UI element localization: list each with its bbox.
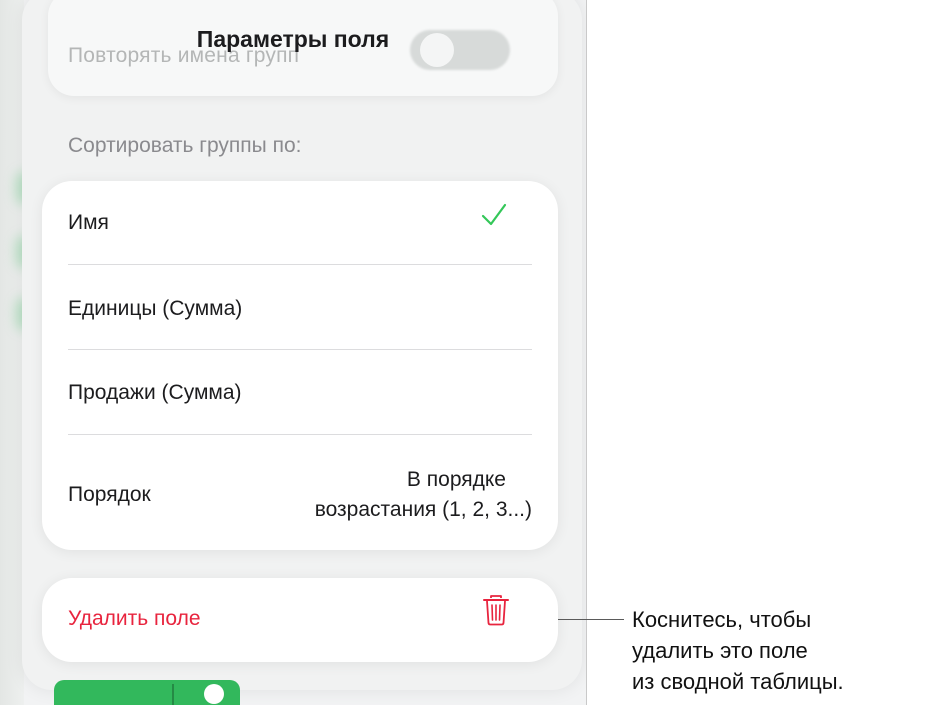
sheet-title: Параметры поля: [196, 26, 390, 52]
sort-option-sales-sum[interactable]: Продажи (Сумма): [68, 381, 532, 405]
sort-section-label: Сортировать группы по:: [68, 134, 302, 157]
order-value-line: возрастания (1, 2, 3...): [314, 498, 532, 521]
order-value: В порядке возрастания (1, 2, 3...): [315, 465, 532, 525]
row-divider: [68, 434, 532, 435]
delete-field-button[interactable]: Удалить поле: [42, 578, 558, 662]
order-value-line: В порядке: [406, 468, 506, 491]
checkmark-icon: [481, 203, 507, 226]
trash-icon: [483, 595, 509, 626]
row-divider: [68, 349, 532, 350]
callout-line: Коснитесь, чтобы: [632, 607, 812, 632]
ipad-frame: Повторять имена групп Параметры поля Сор…: [0, 0, 587, 705]
sort-option-label: Продажи (Сумма): [68, 381, 242, 404]
sort-option-units-sum[interactable]: Единицы (Сумма): [68, 297, 532, 321]
callout-line: из сводной таблицы.: [632, 669, 844, 694]
background-divider: [172, 684, 174, 705]
sort-option-name[interactable]: Имя: [68, 211, 532, 235]
callout-line: удалить это поле: [632, 638, 808, 663]
sort-option-label: Единицы (Сумма): [68, 297, 243, 320]
order-row[interactable]: Порядок В порядке возрастания (1, 2, 3..…: [68, 465, 532, 529]
screenshot-stage: Повторять имена групп Параметры поля Сор…: [0, 0, 928, 705]
callout-text: Коснитесь, чтобы удалить это поле из сво…: [632, 604, 844, 697]
frame-edge: [0, 0, 24, 705]
background-knob: [204, 684, 224, 704]
row-divider: [68, 264, 532, 265]
delete-field-label: Удалить поле: [68, 607, 201, 630]
sort-options-card: Имя Единицы (Сумма) Продажи (Сумма) Поря…: [42, 181, 558, 550]
order-label: Порядок: [68, 483, 151, 506]
callout-leader-line: [558, 619, 624, 620]
sort-option-label: Имя: [68, 211, 109, 234]
